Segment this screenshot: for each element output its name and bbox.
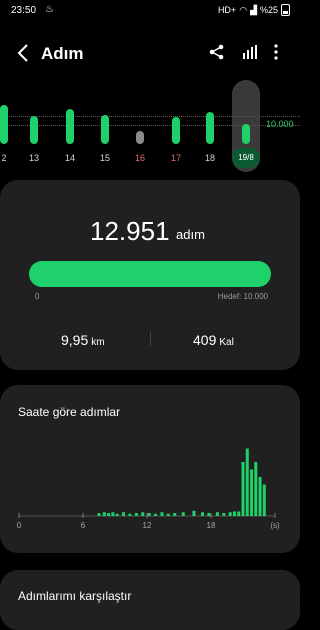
compare-steps-card[interactable]: Adımlarımı karşılaştır [0, 570, 300, 630]
calories-readout: 409 Kal [193, 332, 234, 348]
day-bar [0, 104, 8, 144]
day-column[interactable]: 15 [93, 78, 117, 170]
chart-bars-icon[interactable] [240, 43, 258, 61]
steps-summary-card: 12.951 adım 0 Hedef: 10.000 9,95 km 409 Ka… [0, 180, 300, 370]
more-vertical-icon[interactable] [268, 42, 284, 62]
day-bar [136, 131, 144, 144]
progress-min-label: 0 [35, 292, 40, 301]
goal-progress-bar [29, 261, 271, 287]
day-label: 16 [134, 153, 145, 163]
hourly-bar [200, 512, 204, 516]
hourly-bar [245, 448, 249, 516]
hourly-bar [254, 462, 258, 516]
hourly-bar [122, 512, 126, 516]
day-bar [30, 116, 38, 144]
day-bar [206, 111, 214, 144]
hourly-bar [228, 512, 232, 516]
hourly-bar [97, 513, 101, 516]
hourly-bar [154, 513, 158, 516]
wifi-icon: ◠ [239, 4, 248, 15]
day-column[interactable]: 18 [198, 78, 222, 170]
hourly-bar [128, 513, 132, 516]
day-bar [242, 124, 250, 144]
distance-unit: km [91, 337, 105, 348]
hourly-bar [111, 512, 115, 516]
goal-label: Hedef: 10.000 [217, 292, 268, 301]
battery-icon [281, 4, 290, 16]
hourly-bar [147, 513, 151, 516]
distance-readout: 9,95 km [61, 332, 105, 348]
day-column[interactable]: 13 [22, 78, 46, 170]
day-label: 2 [1, 153, 7, 163]
x-tick-label: (s) [270, 521, 280, 530]
day-label: 15 [99, 153, 110, 163]
app-bar: Adım [0, 36, 300, 72]
hourly-bar [222, 513, 226, 516]
hourly-steps-card[interactable]: Saate göre adımlar 0 6 12 18 (s) [0, 385, 300, 553]
goal-line-label: 10.000 [266, 119, 294, 129]
hourly-bar [107, 513, 111, 516]
hourly-bar [207, 513, 211, 516]
day-column[interactable]: 2 [0, 78, 16, 170]
signal-icon: ▟ [250, 4, 257, 15]
hourly-bar [102, 512, 106, 516]
goal-progress-fill [29, 261, 271, 287]
hourly-bar [160, 512, 164, 516]
day-column[interactable]: 14 [58, 78, 82, 170]
page-title: Adım [41, 44, 84, 63]
day-label: 14 [64, 153, 75, 163]
day-label: 17 [170, 153, 181, 163]
daily-steps-strip[interactable]: 10.000 2 13 14 15 16 17 18 19/8 [0, 78, 300, 170]
day-bar [101, 114, 109, 144]
status-bar: 23:50 ♨ HD+ ◠ ▟ %25 [0, 0, 300, 22]
calories-unit: Kal [219, 337, 234, 348]
hourly-bar [250, 469, 254, 516]
hourly-bar [262, 484, 266, 516]
day-bar [172, 117, 180, 144]
day-bar [66, 109, 74, 144]
hourly-bar [258, 477, 262, 516]
hourly-bar [241, 462, 245, 516]
hourly-bar [134, 513, 138, 516]
x-tick-label: 0 [17, 521, 22, 530]
hourly-steps-chart: 0 6 12 18 (s) [17, 448, 280, 530]
day-label: 19/8 [232, 148, 260, 168]
status-time: 23:50 [11, 5, 37, 16]
day-column[interactable]: 17 [164, 78, 188, 170]
x-tick-label: 12 [143, 521, 152, 530]
battery-label: %25 [259, 5, 278, 15]
compare-title: Adımlarımı karşılaştır [18, 589, 132, 603]
stats-divider [150, 332, 151, 346]
status-icons: HD+ ◠ ▟ %25 [218, 4, 290, 16]
network-label: HD+ [217, 5, 237, 15]
share-icon[interactable] [208, 43, 226, 61]
day-column[interactable]: 19/8 [232, 78, 260, 170]
back-arrow-icon[interactable] [14, 41, 34, 65]
distance-value: 9,95 [61, 332, 89, 348]
hourly-bar [215, 512, 219, 516]
day-label: 18 [204, 153, 215, 163]
x-tick-label: 18 [207, 521, 216, 530]
hourly-bar [192, 510, 196, 516]
hourly-bar [166, 513, 170, 516]
day-label: 13 [28, 153, 39, 163]
hourly-bar [237, 511, 241, 516]
hourly-bar [141, 512, 145, 516]
hourly-bar [115, 513, 119, 516]
hourly-bar [173, 513, 177, 516]
hourly-bar [232, 511, 236, 516]
step-unit: adım [176, 227, 205, 242]
calories-value: 409 [193, 332, 217, 348]
step-count: 12.951 [90, 216, 170, 246]
day-column[interactable]: 16 [128, 78, 152, 170]
notification-icon: ♨ [45, 4, 54, 15]
x-tick-label: 6 [81, 521, 86, 530]
hourly-bar [181, 512, 185, 516]
